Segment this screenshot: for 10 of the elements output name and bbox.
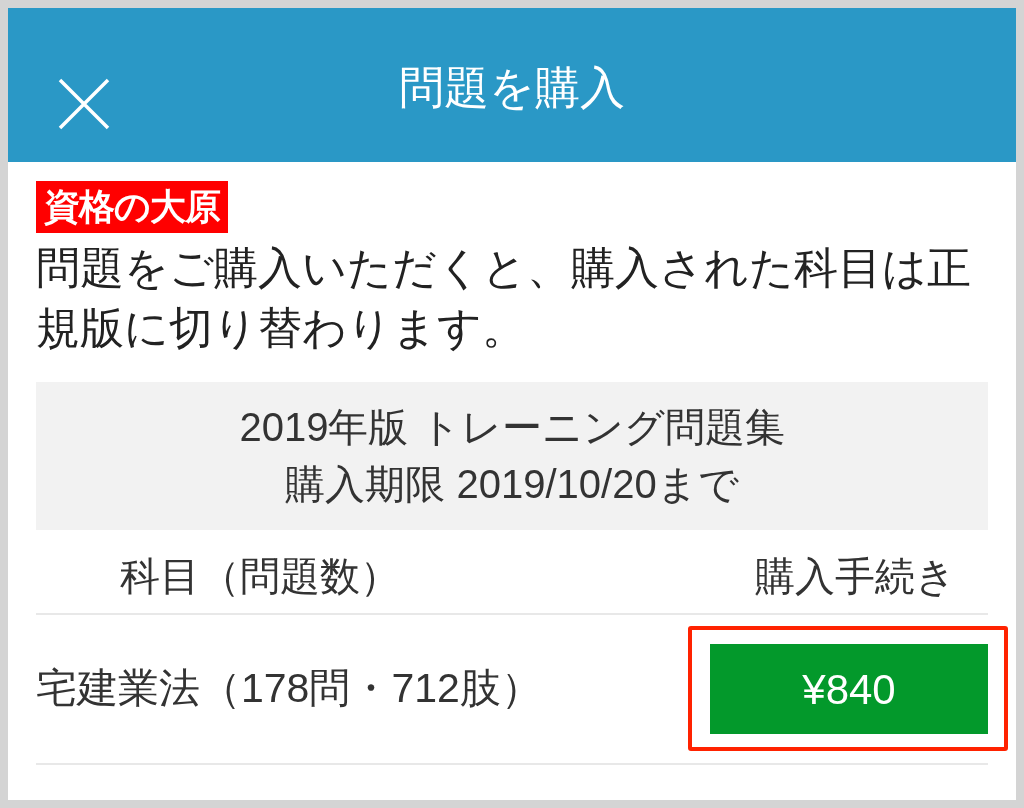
brand-logo: 資格の大原	[36, 181, 228, 233]
header-title: 問題を購入	[399, 61, 625, 116]
column-header: 購入手続き	[755, 552, 957, 600]
product-title: 2019年版 トレーニング問題集	[239, 404, 785, 451]
subject-cell-text: 宅建業法（178問・712肢）	[36, 664, 542, 714]
notice-text: 問題をご購入いただくと、購入された科目は正規版に切り替わります。	[36, 242, 972, 354]
column-header: 科目（問題数）	[119, 552, 400, 600]
purchase-deadline: 購入期限 2019/10/20まで	[285, 461, 739, 508]
close-icon	[58, 78, 110, 130]
price-button[interactable]: ¥840	[710, 644, 988, 734]
